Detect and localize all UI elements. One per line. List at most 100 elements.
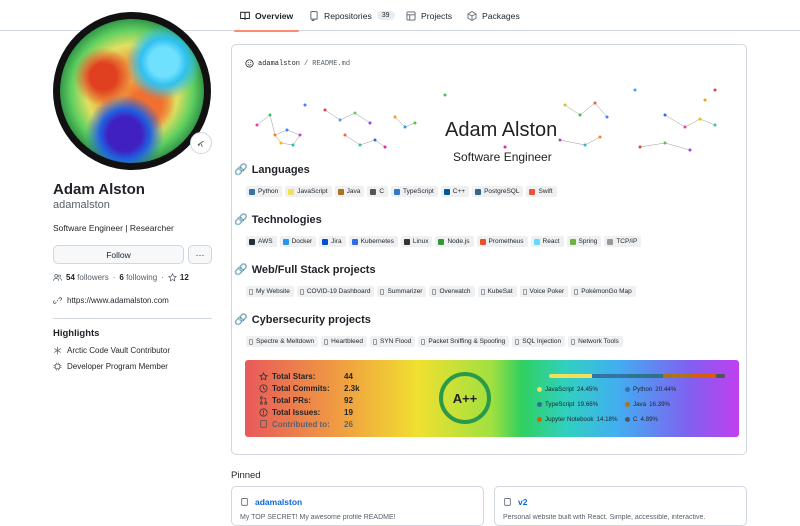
rank-grade-circle: A++ — [439, 372, 491, 424]
readme-hero-name: Adam Alston — [445, 119, 558, 141]
security-badges: Spectre & Meltdown Heartbleed SYN Flood Pac… — [246, 336, 623, 347]
website-link[interactable]: https://www.adamalston.com — [67, 296, 169, 305]
badge-label: AWS — [258, 238, 273, 245]
badge-logo-icon — [249, 188, 255, 195]
badge-technologies: Jira — [319, 236, 346, 247]
lang-c: C 4.89% — [625, 416, 658, 423]
anchor-link-icon[interactable]: 🔗 — [234, 163, 248, 176]
highlight-developer-label: Developer Program Member — [67, 362, 168, 371]
pull-request-icon — [259, 396, 268, 405]
anchor-link-icon[interactable]: 🔗 — [234, 313, 248, 326]
tab-overview[interactable]: Overview — [233, 0, 300, 32]
badge-logo-icon — [475, 188, 482, 195]
pinned-repo-name: v2 — [518, 497, 528, 507]
badge-label: Python — [258, 188, 279, 195]
stat-row-commits: Total Commits: 2.3k — [259, 384, 360, 393]
stat-label: Total Commits: — [272, 384, 330, 393]
badge-webprojects[interactable]: Voice Poker — [519, 286, 569, 297]
follow-stats: 54 followers · 6 following · 12 — [53, 273, 189, 282]
badge-label: Spectre & Meltdown — [256, 338, 315, 345]
stat-label: Total PRs: — [272, 396, 311, 405]
lang-percent: 24.45% — [576, 386, 598, 393]
badge-languages: PostgreSQL — [472, 186, 524, 197]
badge-logo-icon — [249, 238, 255, 245]
readme-card: adamalston / README.md Adam Alston Softw… — [231, 44, 747, 455]
avatar[interactable] — [53, 12, 211, 170]
badge-webprojects[interactable]: PokémonGo Map — [571, 286, 636, 297]
dot-separator: · — [161, 273, 164, 282]
badge-security[interactable]: SYN Flood — [369, 336, 416, 347]
lang-javascript: JavaScript 24.45% — [537, 386, 598, 393]
badge-security[interactable]: Spectre & Meltdown — [246, 336, 319, 347]
badge-technologies: Kubernetes — [348, 236, 398, 247]
badge-label: SYN Flood — [379, 338, 412, 345]
pinned-title: Pinned — [231, 470, 261, 481]
badge-languages: Java — [334, 186, 365, 197]
badge-languages: C++ — [440, 186, 470, 197]
languages-heading: 🔗 Languages — [234, 163, 310, 177]
stars-link[interactable]: 12 — [167, 273, 189, 282]
tab-repositories[interactable]: Repositories 39 — [309, 0, 395, 31]
pinned-repo-link[interactable]: v2 — [503, 497, 527, 507]
stat-row-prs: Total PRs: 92 — [259, 396, 353, 405]
more-options-button[interactable]: ··· — [188, 245, 212, 264]
highlight-arctic-vault[interactable]: Arctic Code Vault Contributor — [53, 346, 170, 355]
badge-logo-icon — [607, 238, 614, 245]
cpu-icon — [53, 362, 62, 371]
badge-label: My Website — [256, 288, 290, 295]
pinned-repo-card: v2 Personal website built with React. Si… — [494, 486, 747, 526]
anchor-link-icon[interactable]: 🔗 — [234, 213, 248, 226]
stat-value: 2.3k — [344, 384, 360, 393]
lang-percent: 19.66% — [577, 401, 599, 408]
badge-label: Node.js — [447, 238, 470, 245]
smiley-icon — [245, 59, 254, 68]
stat-row-contributed: Contributed to: 26 — [259, 420, 353, 429]
badge-label: Java — [346, 188, 361, 195]
set-status-button[interactable] — [190, 132, 212, 154]
badge-label: Prometheus — [488, 238, 524, 245]
badge-label: Spring — [578, 238, 598, 245]
profile-bio: Software Engineer | Researcher — [53, 223, 174, 233]
lang-bar-segment — [628, 374, 663, 378]
tab-projects[interactable]: Projects — [406, 0, 452, 31]
lang-typescript: TypeScript 19.66% — [537, 401, 598, 408]
star-icon — [259, 372, 268, 381]
badge-security[interactable]: SQL Injection — [512, 336, 566, 347]
pinned-repo-card: adamalston My TOP SECRET! My awesome pro… — [231, 486, 484, 526]
badge-security[interactable]: Network Tools — [568, 336, 623, 347]
lang-name: C — [633, 416, 638, 423]
badge-logo-icon — [438, 238, 445, 245]
lang-jupyter: Jupyter Notebook 14.18% — [537, 416, 618, 423]
follow-button[interactable]: Follow — [53, 245, 184, 264]
badge-logo-icon — [480, 288, 485, 295]
badge-webprojects[interactable]: Summarizer — [377, 286, 427, 297]
highlight-developer-program[interactable]: Developer Program Member — [53, 362, 168, 371]
security-heading: 🔗 Cybersecurity projects — [234, 313, 371, 327]
top-languages-bar — [549, 374, 725, 378]
badge-logo-icon — [380, 288, 385, 295]
badge-security[interactable]: Packet Sniffing & Spoofing — [418, 336, 510, 347]
highlights-title: Highlights — [53, 328, 100, 339]
lang-dot — [625, 387, 630, 392]
technologies-title: Technologies — [251, 213, 322, 226]
badge-security[interactable]: Heartbleed — [321, 336, 367, 347]
badge-webprojects[interactable]: Overwatch — [429, 286, 475, 297]
anchor-link-icon[interactable]: 🔗 — [234, 263, 248, 276]
security-title: Cybersecurity projects — [251, 313, 371, 326]
repo-icon — [310, 10, 318, 21]
following-link[interactable]: 6 following — [119, 273, 157, 282]
badge-webprojects[interactable]: KubeSat — [477, 286, 517, 297]
issue-icon — [259, 408, 268, 417]
badge-logo-icon — [299, 288, 304, 295]
badge-webprojects[interactable]: COVID-19 Dashboard — [296, 286, 375, 297]
tab-packages[interactable]: Packages — [467, 0, 520, 31]
pinned-repo-link[interactable]: adamalston — [240, 497, 302, 507]
stat-label: Total Stars: — [272, 372, 316, 381]
badge-webprojects[interactable]: My Website — [246, 286, 294, 297]
badge-label: Overwatch — [439, 288, 471, 295]
highlight-arctic-label: Arctic Code Vault Contributor — [67, 346, 171, 355]
technologies-heading: 🔗 Technologies — [234, 213, 322, 227]
stat-value: 19 — [344, 408, 353, 417]
readme-owner-link[interactable]: adamalston — [258, 60, 300, 68]
followers-link[interactable]: 54 followers — [66, 273, 109, 282]
